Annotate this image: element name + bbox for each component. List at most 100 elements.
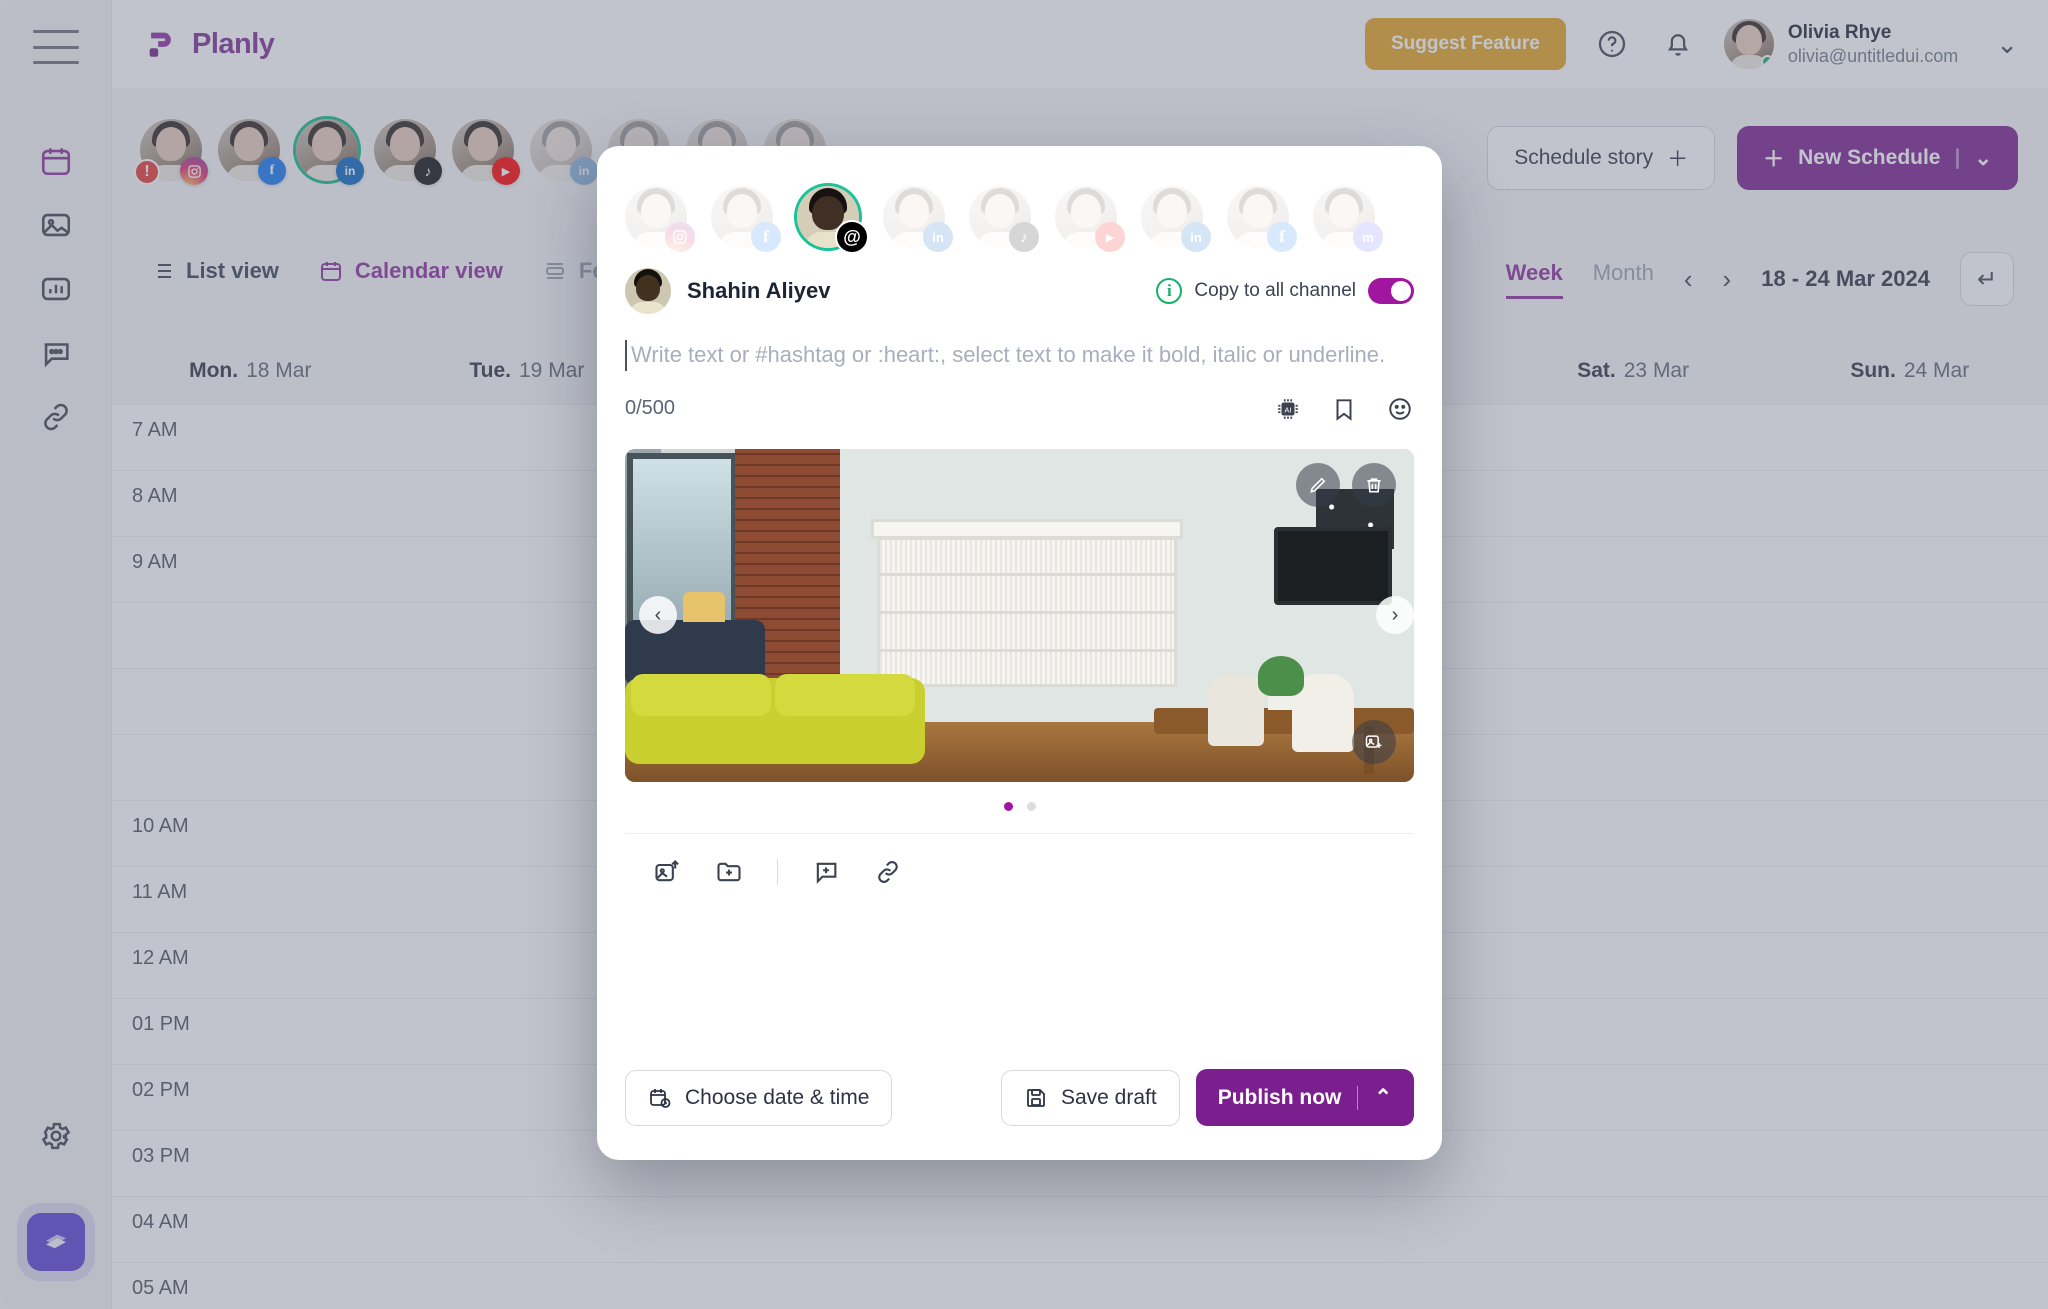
link-icon[interactable] — [874, 858, 902, 886]
user-menu[interactable]: Olivia Rhye olivia@untitledui.com ⌄ — [1723, 19, 2018, 69]
help-circle-icon[interactable] — [1592, 24, 1632, 64]
avatar — [1723, 19, 1774, 69]
choose-date-time-button[interactable]: Choose date & time — [625, 1069, 893, 1126]
save-draft-button[interactable]: Save draft — [1000, 1069, 1180, 1126]
modal-channel-avatar[interactable] — [625, 186, 695, 252]
upload-image-icon[interactable] — [653, 858, 681, 886]
brand-name: Planly — [192, 27, 275, 60]
return-arrow-icon[interactable]: ↵ — [1960, 252, 2014, 306]
media-prev-button[interactable]: ‹ — [639, 596, 677, 635]
linkedin-icon: in — [336, 157, 364, 185]
hour-label: 11 AM — [132, 881, 188, 903]
calendar-hour-row[interactable]: 04 AM — [112, 1196, 2048, 1262]
edit-pencil-icon[interactable] — [1296, 462, 1340, 507]
tab-calendar-view-label: Calendar view — [354, 258, 503, 283]
modal-channel-avatar-selected[interactable]: @ — [797, 186, 869, 254]
add-comment-icon[interactable] — [812, 858, 840, 886]
chevron-down-icon[interactable]: ⌄ — [1974, 146, 1992, 171]
calendar-range-month[interactable]: Month — [1593, 260, 1654, 299]
chevron-left-icon[interactable]: ‹ — [1684, 264, 1693, 295]
hamburger-menu-icon[interactable] — [32, 30, 79, 64]
modal-channel-avatar[interactable]: ♪ — [969, 186, 1039, 252]
channel-avatar-selected[interactable]: in — [296, 119, 364, 185]
ai-chip-icon[interactable]: AI — [1274, 395, 1302, 423]
post-editor[interactable]: Write text or #hashtag or :heart:, selec… — [597, 332, 1442, 371]
emoji-icon[interactable] — [1386, 395, 1414, 423]
channel-avatar[interactable]: ▶ — [452, 119, 520, 185]
media-next-button[interactable]: › — [1376, 596, 1414, 635]
modal-channel-avatar[interactable]: in — [1141, 186, 1211, 252]
divider — [777, 858, 778, 885]
facebook-icon: f — [258, 157, 286, 185]
hour-label: 03 PM — [132, 1145, 190, 1167]
carousel-dot-active[interactable] — [1003, 801, 1013, 811]
instagram-icon — [180, 157, 208, 185]
bookmark-icon[interactable] — [1330, 395, 1358, 423]
copy-to-all-channel-toggle-group: i Copy to all channel — [1156, 278, 1414, 304]
gear-icon[interactable] — [25, 1105, 87, 1167]
hour-label: 01 PM — [132, 1013, 190, 1035]
hour-label: 02 PM — [132, 1079, 190, 1101]
svg-text:AI: AI — [1284, 405, 1291, 414]
chevron-up-icon[interactable]: ⌃ — [1374, 1085, 1392, 1110]
planly-logo-icon[interactable] — [26, 1213, 85, 1271]
instagram-icon — [665, 222, 695, 252]
tab-calendar-view[interactable]: Calendar view — [319, 258, 503, 284]
modal-channel-avatar[interactable]: f — [711, 186, 781, 252]
sidebar-item-calendar[interactable] — [25, 130, 87, 192]
add-image-icon[interactable] — [1352, 719, 1396, 764]
calendar-hour-row[interactable]: 05 AM — [112, 1262, 2048, 1309]
channel-avatar[interactable]: ♪ — [374, 119, 442, 185]
modal-channel-avatar[interactable]: ▶ — [1055, 186, 1125, 252]
hour-label: 9 AM — [132, 551, 178, 573]
hour-label: 10 AM — [132, 815, 189, 837]
channel-avatar[interactable]: in — [530, 119, 598, 185]
facebook-icon: f — [1267, 222, 1297, 252]
calendar-nav: Week Month ‹ › 18 - 24 Mar 2024 ↵ — [1505, 252, 2014, 306]
character-counter: 0/500 — [625, 397, 676, 420]
facebook-icon: f — [751, 222, 781, 252]
tab-list-view[interactable]: List view — [150, 258, 279, 284]
modal-channel-avatar[interactable]: f — [1227, 186, 1297, 252]
day-name: Sat. — [1577, 359, 1616, 382]
new-schedule-label: New Schedule — [1798, 146, 1941, 169]
mastodon-icon: m — [1353, 222, 1383, 252]
save-icon — [1027, 1088, 1045, 1107]
bell-icon[interactable] — [1658, 24, 1698, 64]
tab-list-view-label: List view — [186, 258, 279, 283]
chevron-down-icon[interactable]: ⌄ — [1996, 29, 2018, 60]
copy-to-all-channel-toggle[interactable] — [1368, 278, 1414, 304]
publish-now-button[interactable]: Publish now ⌃ — [1195, 1069, 1414, 1126]
modal-channel-avatar[interactable]: in — [883, 186, 953, 252]
choose-date-time-label: Choose date & time — [685, 1085, 870, 1109]
media-carousel-dots[interactable] — [597, 782, 1442, 811]
channel-avatar[interactable]: f — [218, 119, 286, 185]
modal-tools-row — [625, 832, 1414, 886]
media-image — [625, 448, 1414, 782]
sidebar-item-media[interactable] — [25, 194, 87, 256]
schedule-story-button[interactable]: Schedule story ＋ — [1487, 126, 1716, 190]
trash-icon[interactable] — [1352, 462, 1396, 507]
day-date: 18 Mar — [246, 359, 312, 382]
channel-avatar[interactable]: ! — [134, 119, 208, 185]
info-icon[interactable]: i — [1156, 278, 1183, 304]
calendar-clock-icon — [650, 1088, 671, 1108]
chevron-right-icon[interactable]: › — [1723, 264, 1732, 295]
top-bar: Planly Suggest Feature Olivia Rhye olivi… — [112, 0, 2048, 88]
media-preview[interactable]: ‹ › — [625, 448, 1414, 782]
add-folder-icon[interactable] — [715, 858, 743, 886]
tiktok-icon: ♪ — [1009, 222, 1039, 252]
new-schedule-button[interactable]: ＋ New Schedule | ⌄ — [1737, 126, 2018, 190]
carousel-dot[interactable] — [1026, 801, 1036, 811]
sidebar-item-inbox[interactable] — [25, 322, 87, 384]
modal-channel-avatar[interactable]: m — [1313, 186, 1383, 252]
calendar-range-week[interactable]: Week — [1505, 260, 1563, 299]
plus-icon: ＋ — [1763, 148, 1785, 171]
threads-icon: @ — [835, 220, 869, 254]
post-text-input[interactable]: Write text or #hashtag or :heart:, selec… — [625, 340, 1414, 371]
suggest-feature-button[interactable]: Suggest Feature — [1364, 18, 1566, 70]
sidebar-item-links[interactable] — [25, 386, 87, 448]
brand[interactable]: Planly — [144, 27, 275, 61]
hour-label: 7 AM — [132, 419, 178, 441]
sidebar-item-analytics[interactable] — [25, 258, 87, 320]
